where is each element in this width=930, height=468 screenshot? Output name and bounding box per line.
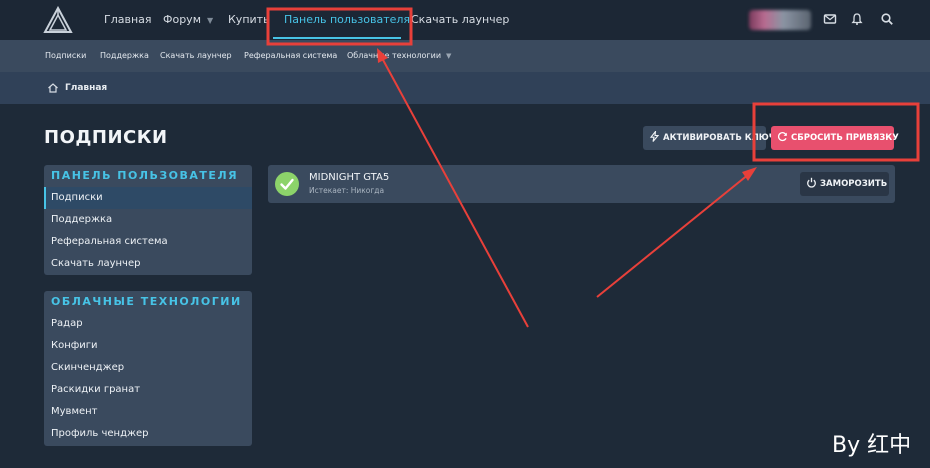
sidebar-item-subscriptions[interactable]: Подписки bbox=[44, 187, 252, 209]
freeze-button[interactable]: ЗАМОРОЗИТЬ bbox=[800, 172, 889, 196]
sidebar-item-profile-changer[interactable]: Профиль ченджер bbox=[44, 423, 252, 445]
active-nav-indicator bbox=[273, 37, 401, 39]
sidebar-item-movement[interactable]: Мувмент bbox=[44, 401, 252, 423]
cloud-tech-heading: ОБЛАЧНЫЕ ТЕХНОЛОГИИ bbox=[51, 295, 242, 308]
sidebar-item-configs[interactable]: Конфиги bbox=[44, 335, 252, 357]
subnav-subscriptions[interactable]: Подписки bbox=[45, 40, 86, 72]
subnav-cloud[interactable]: Облачные технологии ▼ bbox=[347, 40, 451, 72]
activate-key-button[interactable]: АКТИВИРОВАТЬ КЛЮЧ bbox=[643, 126, 776, 150]
page-title: ПОДПИСКИ bbox=[44, 127, 168, 148]
home-icon[interactable] bbox=[47, 82, 59, 94]
user-panel-menu: ПАНЕЛЬ ПОЛЬЗОВАТЕЛЯ Подписки Поддержка Р… bbox=[44, 165, 252, 275]
user-avatar-blurred[interactable] bbox=[749, 10, 811, 30]
reset-binding-button[interactable]: СБРОСИТЬ ПРИВЯЗКУ bbox=[771, 126, 899, 150]
subscription-card: MIDNIGHT GTA5 Истекает: Никогда ЗАМОРОЗИ… bbox=[268, 165, 895, 203]
lightning-icon bbox=[649, 131, 660, 142]
bell-icon[interactable] bbox=[850, 12, 864, 26]
chevron-down-icon: ▼ bbox=[446, 52, 452, 60]
check-circle-icon bbox=[275, 172, 299, 196]
nav-buy[interactable]: Купить bbox=[228, 0, 270, 40]
breadcrumb bbox=[0, 72, 930, 104]
top-header: Главная Форум ▼ Купить Панель пользовател… bbox=[0, 0, 930, 40]
subscription-name: MIDNIGHT GTA5 bbox=[309, 172, 390, 183]
sidebar-item-grenade-lineups[interactable]: Раскидки гранат bbox=[44, 379, 252, 401]
nav-user-panel[interactable]: Панель пользователя bbox=[284, 0, 410, 40]
activate-key-label: АКТИВИРОВАТЬ КЛЮЧ bbox=[663, 133, 776, 143]
subscription-expiry: Истекает: Никогда bbox=[309, 186, 385, 195]
logo-triangle-icon[interactable] bbox=[43, 6, 73, 34]
sub-navigation: Подписки Поддержка Скачать лаунчер Рефер… bbox=[0, 40, 930, 72]
sidebar-item-radar[interactable]: Радар bbox=[44, 313, 252, 335]
subnav-referral[interactable]: Реферальная система bbox=[244, 40, 337, 72]
subnav-support[interactable]: Поддержка bbox=[100, 40, 149, 72]
search-icon[interactable] bbox=[880, 12, 894, 26]
user-panel-heading: ПАНЕЛЬ ПОЛЬЗОВАТЕЛЯ bbox=[51, 169, 239, 182]
nav-home[interactable]: Главная bbox=[104, 0, 152, 40]
refresh-icon bbox=[777, 132, 787, 142]
power-icon bbox=[807, 177, 816, 188]
sidebar-item-download-launcher[interactable]: Скачать лаунчер bbox=[44, 253, 252, 275]
nav-download-launcher[interactable]: Скачать лаунчер bbox=[411, 0, 509, 40]
reset-binding-label: СБРОСИТЬ ПРИВЯЗКУ bbox=[791, 133, 899, 143]
cloud-tech-menu: ОБЛАЧНЫЕ ТЕХНОЛОГИИ Радар Конфиги Скинче… bbox=[44, 291, 252, 446]
mail-icon[interactable] bbox=[823, 12, 837, 26]
nav-forum[interactable]: Форум ▼ bbox=[163, 0, 213, 40]
chevron-down-icon: ▼ bbox=[207, 16, 214, 25]
freeze-label: ЗАМОРОЗИТЬ bbox=[820, 179, 888, 189]
sidebar-item-support[interactable]: Поддержка bbox=[44, 209, 252, 231]
breadcrumb-home[interactable]: Главная bbox=[65, 72, 107, 104]
watermark: By 红中 bbox=[832, 433, 912, 458]
subnav-download-launcher[interactable]: Скачать лаунчер bbox=[160, 40, 232, 72]
sidebar-item-skinchanger[interactable]: Скинченджер bbox=[44, 357, 252, 379]
sidebar-item-referral[interactable]: Реферальная система bbox=[44, 231, 252, 253]
